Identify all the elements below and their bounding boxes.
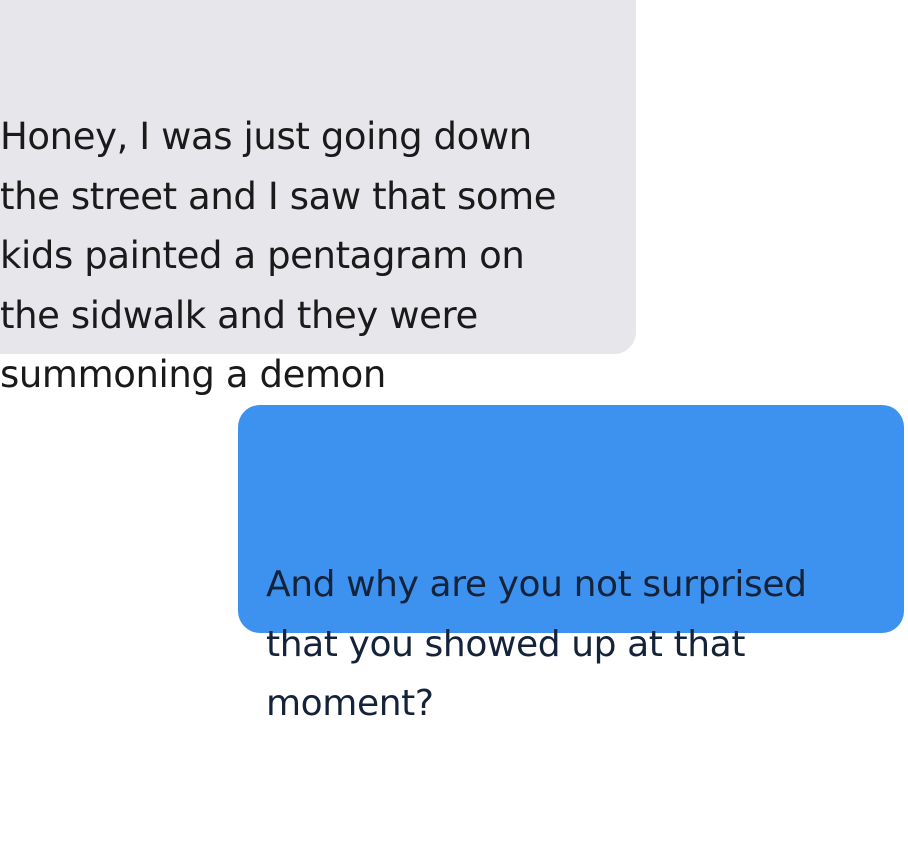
outgoing-message-bubble[interactable]: And why are you not surprised that you s… [238, 405, 904, 724]
outgoing-message-text: And why are you not surprised that you s… [266, 564, 807, 724]
message-thread: Honey, I was just going down the street … [0, 0, 908, 724]
incoming-message-text: Honey, I was just going down the street … [0, 115, 557, 396]
incoming-message-bubble[interactable]: Honey, I was just going down the street … [0, 0, 636, 396]
